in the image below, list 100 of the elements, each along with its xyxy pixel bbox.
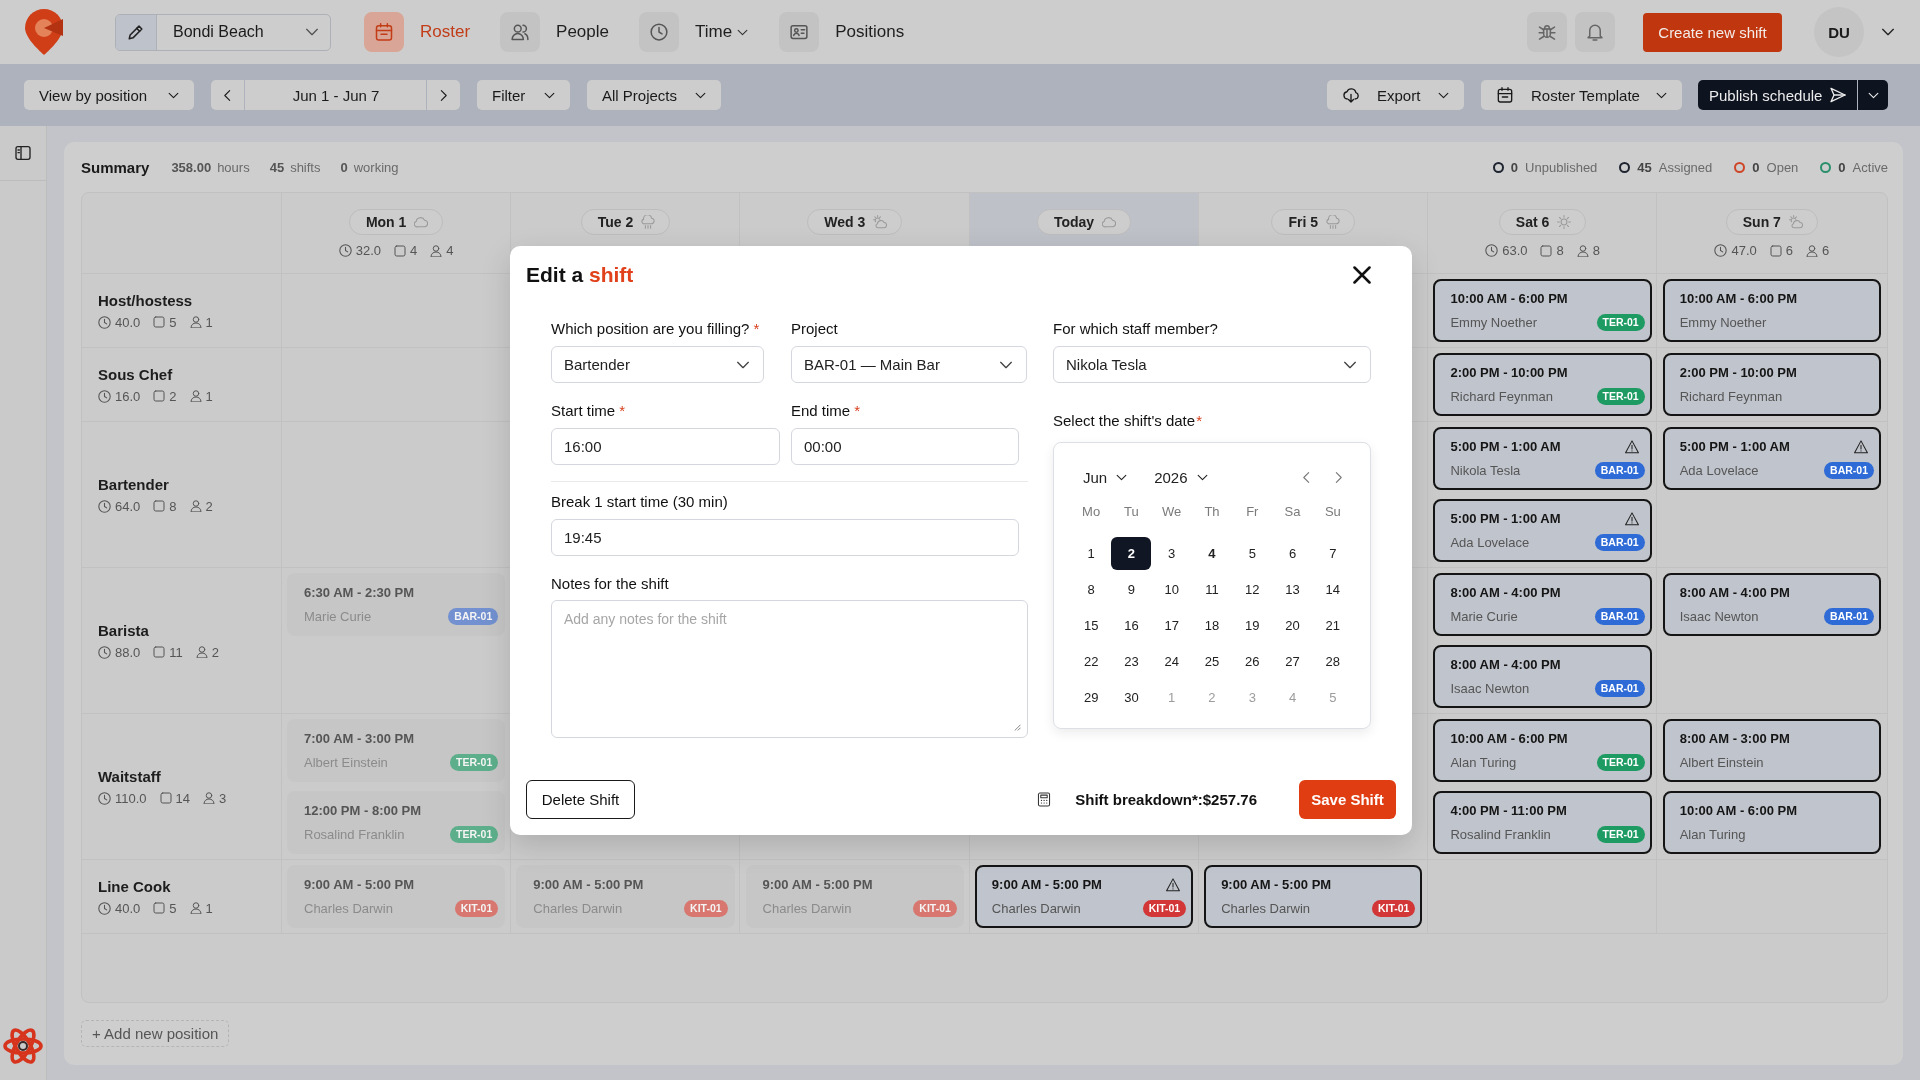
position-select[interactable]: Bartender [551, 346, 764, 383]
day-pill[interactable]: Fri 5 [1271, 209, 1356, 235]
calendar-day[interactable]: 23 [1111, 644, 1152, 678]
calendar-day[interactable]: 1 [1071, 536, 1112, 570]
calendar-day[interactable]: 6 [1272, 536, 1313, 570]
project-tag: KIT-01 [684, 900, 728, 917]
shift-card[interactable]: 10:00 AM - 6:00 PM Emmy Noether TER-01 [1433, 279, 1652, 342]
staff-name: Richard Feynman [1679, 389, 1783, 404]
person-icon [1576, 244, 1589, 257]
clock-icon [98, 901, 111, 915]
shift-card[interactable]: 2:00 PM - 10:00 PM Richard Feynman TER-01 [1433, 353, 1652, 416]
atom-icon[interactable] [3, 1026, 43, 1066]
year-select[interactable]: 2026 [1154, 468, 1209, 486]
shift-card[interactable]: 9:00 AM - 5:00 PM Charles Darwin KIT-01 [287, 865, 506, 928]
summary-unit: shifts [290, 159, 321, 175]
calendar-day[interactable]: 27 [1272, 644, 1313, 678]
project-select[interactable]: BAR-01 — Main Bar [791, 346, 1027, 383]
day-pill[interactable]: Tue 2 [580, 209, 671, 235]
shift-card[interactable]: 5:00 PM - 1:00 AM Ada Lovelace BAR-01 [1662, 427, 1881, 490]
nav-tab[interactable]: Time [639, 12, 750, 52]
shift-card[interactable]: 5:00 PM - 1:00 AM Ada Lovelace BAR-01 [1433, 499, 1652, 562]
start-time-input[interactable]: 16:00 [551, 428, 780, 465]
shift-card[interactable]: 6:30 AM - 2:30 PM Marie Curie BAR-01 [287, 573, 506, 636]
shift-card[interactable]: 10:00 AM - 6:00 PM Alan Turing TER-01 [1433, 719, 1652, 782]
calendar-day[interactable]: 18 [1192, 608, 1232, 642]
nav-tab[interactable]: People [500, 12, 609, 52]
location-select[interactable]: Bondi Beach [115, 13, 331, 51]
save-shift-button[interactable]: Save Shift [1299, 780, 1396, 819]
nav-tab[interactable]: Positions [779, 12, 905, 52]
calendar-day[interactable]: 28 [1312, 644, 1353, 678]
roster-template-button[interactable]: Roster Template [1481, 80, 1682, 110]
shift-card[interactable]: 9:00 AM - 5:00 PM Charles Darwin KIT-01 [974, 865, 1194, 928]
notifications-button[interactable] [1575, 12, 1615, 52]
publish-options-button[interactable] [1858, 80, 1888, 110]
close-icon[interactable] [1353, 266, 1371, 284]
day-pill[interactable]: Mon 1 [348, 209, 444, 235]
shift-card[interactable]: 8:00 AM - 3:00 PM Albert Einstein [1662, 719, 1881, 782]
shift-card[interactable]: 2:00 PM - 10:00 PM Richard Feynman [1662, 353, 1881, 416]
calendar-day[interactable]: 30 [1111, 680, 1152, 714]
calendar-day[interactable]: 2 [1111, 536, 1152, 570]
calendar-day[interactable]: 16 [1111, 608, 1152, 642]
date-range-button[interactable]: Jun 1 - Jun 7 [245, 80, 426, 110]
shift-card[interactable]: 8:00 AM - 4:00 PM Marie Curie BAR-01 [1433, 573, 1652, 636]
shift-card[interactable]: 9:00 AM - 5:00 PM Charles Darwin KIT-01 [1204, 865, 1423, 928]
square-icon [394, 244, 407, 257]
calendar-day[interactable]: 12 [1232, 572, 1273, 606]
resize-grip-icon[interactable] [1012, 722, 1021, 731]
shift-card[interactable]: 7:00 AM - 3:00 PM Albert Einstein TER-01 [287, 719, 506, 782]
calendar-day[interactable]: 10 [1151, 572, 1192, 606]
shift-card[interactable]: 8:00 AM - 4:00 PM Isaac Newton BAR-01 [1433, 645, 1652, 708]
pencil-icon[interactable] [116, 14, 157, 50]
break-time-input[interactable]: 19:45 [551, 519, 1019, 556]
calendar-day[interactable]: 20 [1272, 608, 1313, 642]
staff-name: Ada Lovelace [1679, 463, 1759, 478]
calendar-day[interactable]: 14 [1312, 572, 1353, 606]
staff-select[interactable]: Nikola Tesla [1053, 346, 1371, 383]
shift-card[interactable]: 5:00 PM - 1:00 AM Nikola Tesla BAR-01 [1433, 427, 1652, 490]
calendar-day[interactable]: 24 [1151, 644, 1192, 678]
calendar-day[interactable]: 17 [1151, 608, 1192, 642]
calendar-day[interactable]: 25 [1192, 644, 1232, 678]
delete-shift-button[interactable]: Delete Shift [526, 780, 635, 819]
shift-card[interactable]: 12:00 PM - 8:00 PM Rosalind Franklin TER-01 [287, 791, 506, 854]
end-time-input[interactable]: 00:00 [791, 428, 1019, 465]
calendar-day[interactable]: 21 [1312, 608, 1353, 642]
calendar-day[interactable]: 22 [1071, 644, 1112, 678]
day-pill[interactable]: Sun 7 [1725, 209, 1818, 235]
calendar-day[interactable]: 9 [1111, 572, 1152, 606]
publish-schedule-button[interactable]: Publish schedule [1698, 80, 1857, 110]
calendar-day[interactable]: 15 [1071, 608, 1112, 642]
shift-card[interactable]: 10:00 AM - 6:00 PM Emmy Noether [1662, 279, 1881, 342]
shift-card[interactable]: 9:00 AM - 5:00 PM Charles Darwin KIT-01 [745, 865, 964, 928]
view-select[interactable]: View by position [24, 80, 194, 110]
add-position-button[interactable]: + Add new position [81, 1020, 230, 1047]
day-pill[interactable]: Sat 6 [1498, 209, 1587, 235]
calendar-day[interactable]: 7 [1312, 536, 1353, 570]
filter-button[interactable]: Filter [477, 80, 570, 110]
user-avatar[interactable]: DU [1814, 7, 1864, 57]
calendar-day[interactable]: 3 [1151, 536, 1192, 570]
export-button[interactable]: Export [1327, 80, 1464, 110]
sidebar-toggle-icon[interactable] [15, 145, 31, 161]
project-tag: BAR-01 [448, 608, 499, 625]
calendar-day[interactable]: 29 [1071, 680, 1112, 714]
create-shift-button[interactable]: Create new shift [1643, 12, 1782, 52]
calendar-day[interactable]: 13 [1272, 572, 1313, 606]
calendar-day[interactable]: 8 [1071, 572, 1112, 606]
shift-card[interactable]: 8:00 AM - 4:00 PM Isaac Newton BAR-01 [1662, 573, 1881, 636]
calendar-day[interactable]: 5 [1232, 536, 1273, 570]
logo-icon[interactable] [24, 8, 64, 56]
day-pill[interactable]: Today [1036, 209, 1132, 235]
calendar-day[interactable]: 19 [1232, 608, 1273, 642]
shift-card[interactable]: 10:00 AM - 6:00 PM Alan Turing [1662, 791, 1881, 854]
shift-card[interactable]: 4:00 PM - 11:00 PM Rosalind Franklin TER-01 [1433, 791, 1652, 854]
calendar-day[interactable]: 26 [1232, 644, 1273, 678]
month-select[interactable]: Jun [1083, 468, 1129, 486]
calendar-day[interactable]: 11 [1192, 572, 1232, 606]
projects-select[interactable]: All Projects [587, 80, 721, 110]
calendar-day[interactable]: 4 [1192, 536, 1232, 570]
day-pill[interactable]: Wed 3 [807, 209, 903, 235]
shift-card[interactable]: 9:00 AM - 5:00 PM Charles Darwin KIT-01 [516, 865, 735, 928]
bug-report-button[interactable] [1527, 12, 1567, 52]
